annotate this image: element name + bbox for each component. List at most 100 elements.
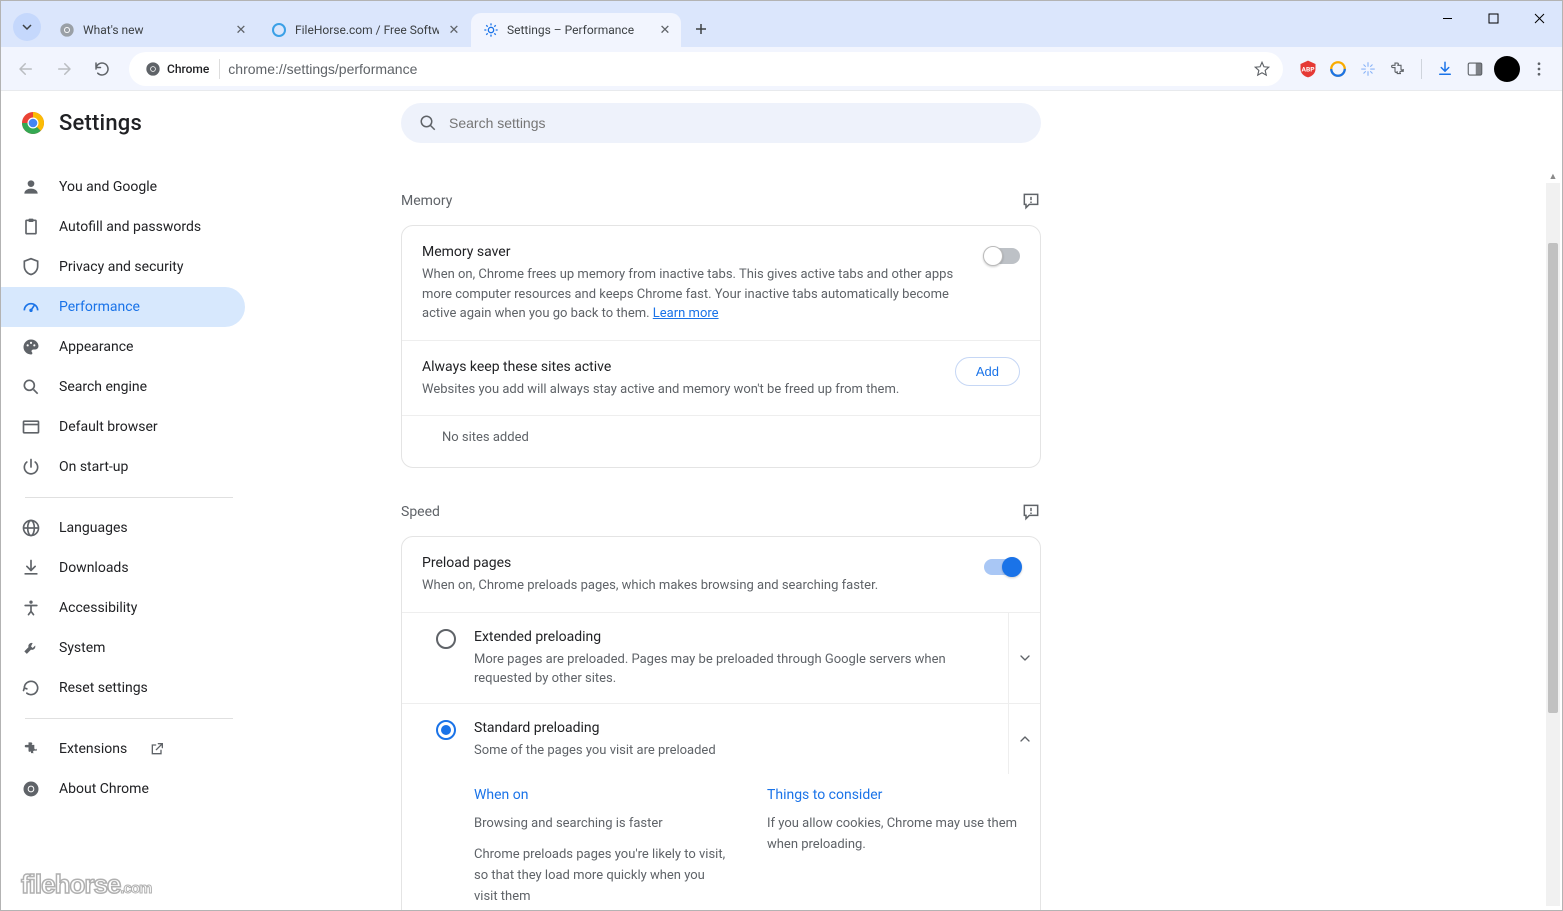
memory-saver-toggle[interactable] bbox=[984, 248, 1020, 264]
downloads-icon[interactable] bbox=[1434, 58, 1456, 80]
extensions-area: ABP bbox=[1293, 56, 1554, 82]
feedback-icon[interactable] bbox=[1021, 191, 1041, 211]
url-input[interactable] bbox=[228, 61, 1245, 77]
preload-toggle[interactable] bbox=[984, 559, 1020, 575]
reload-button[interactable] bbox=[85, 52, 119, 86]
profile-avatar[interactable] bbox=[1494, 56, 1520, 82]
standard-details: When on Browsing and searching is faster… bbox=[402, 774, 1040, 910]
wrench-icon bbox=[21, 638, 41, 658]
memory-saver-title: Memory saver bbox=[422, 242, 968, 263]
tab-title: Settings – Performance bbox=[507, 23, 634, 37]
extensions-puzzle-icon[interactable] bbox=[1387, 58, 1409, 80]
scrollbar[interactable]: ▲ bbox=[1546, 183, 1560, 906]
speedometer-icon bbox=[21, 297, 41, 317]
download-icon bbox=[21, 558, 41, 578]
extension-circle-icon[interactable] bbox=[1327, 58, 1349, 80]
tab-filehorse[interactable]: FileHorse.com / Free Software ✕ bbox=[259, 13, 469, 47]
new-tab-button[interactable] bbox=[687, 15, 715, 43]
extended-preloading-row[interactable]: Extended preloading More pages are prelo… bbox=[402, 612, 1040, 703]
toolbar: Chrome ABP bbox=[1, 47, 1562, 91]
speed-section-header: Speed bbox=[401, 488, 1041, 536]
sidebar-item-default-browser[interactable]: Default browser bbox=[1, 407, 245, 447]
browser-icon bbox=[21, 417, 41, 437]
add-site-button[interactable]: Add bbox=[955, 357, 1020, 386]
window-controls bbox=[1424, 1, 1562, 35]
sidebar-item-languages[interactable]: Languages bbox=[1, 508, 245, 548]
sidebar-item-appearance[interactable]: Appearance bbox=[1, 327, 245, 367]
sidebar-item-about[interactable]: About Chrome bbox=[1, 769, 245, 809]
memory-card: Memory saver When on, Chrome frees up me… bbox=[401, 225, 1041, 468]
sidebar-item-onstartup[interactable]: On start-up bbox=[1, 447, 245, 487]
expand-extended-button[interactable] bbox=[1008, 613, 1040, 703]
sidebar-item-performance[interactable]: Performance bbox=[1, 287, 245, 327]
filehorse-icon bbox=[271, 22, 287, 38]
speed-card: Preload pages When on, Chrome preloads p… bbox=[401, 536, 1041, 910]
chevron-down-icon bbox=[21, 21, 33, 33]
sidebar-item-privacy[interactable]: Privacy and security bbox=[1, 247, 245, 287]
chrome-chip: Chrome bbox=[141, 59, 220, 79]
feedback-icon[interactable] bbox=[1021, 502, 1041, 522]
collapse-standard-button[interactable] bbox=[1008, 704, 1040, 775]
maximize-button[interactable] bbox=[1470, 1, 1516, 35]
memory-saver-row: Memory saver When on, Chrome frees up me… bbox=[402, 226, 1040, 340]
clipboard-icon bbox=[21, 217, 41, 237]
page-title: Settings bbox=[59, 111, 142, 136]
sidebar-divider bbox=[25, 497, 233, 498]
things-to-consider-heading: Things to consider bbox=[767, 784, 1020, 806]
puzzle-icon bbox=[21, 739, 41, 759]
settings-sidebar: You and Google Autofill and passwords Pr… bbox=[1, 91, 257, 910]
sidebar-item-downloads[interactable]: Downloads bbox=[1, 548, 245, 588]
close-tab-button[interactable]: ✕ bbox=[657, 22, 673, 38]
tab-whats-new[interactable]: What's new ✕ bbox=[47, 13, 257, 47]
person-icon bbox=[21, 177, 41, 197]
titlebar: What's new ✕ FileHorse.com / Free Softwa… bbox=[1, 1, 1562, 47]
tab-settings-performance[interactable]: Settings – Performance ✕ bbox=[471, 13, 681, 47]
settings-header: Settings bbox=[1, 91, 1562, 155]
forward-button[interactable] bbox=[47, 52, 81, 86]
sidebar-item-search-engine[interactable]: Search engine bbox=[1, 367, 245, 407]
separator bbox=[1421, 59, 1422, 79]
power-icon bbox=[21, 457, 41, 477]
chrome-menu-button[interactable] bbox=[1528, 58, 1550, 80]
tab-search-button[interactable] bbox=[13, 13, 41, 41]
bookmark-star-icon[interactable] bbox=[1253, 60, 1271, 78]
sidebar-item-autofill[interactable]: Autofill and passwords bbox=[1, 207, 245, 247]
chrome-grey-icon bbox=[59, 22, 75, 38]
back-button[interactable] bbox=[9, 52, 43, 86]
standard-radio[interactable] bbox=[436, 720, 456, 740]
scroll-up-arrow[interactable]: ▲ bbox=[1546, 169, 1560, 183]
external-link-icon bbox=[149, 741, 165, 757]
browser-window: What's new ✕ FileHorse.com / Free Softwa… bbox=[0, 0, 1563, 911]
sidebar-item-you-and-google[interactable]: You and Google bbox=[1, 167, 245, 207]
content-area: Settings You and Google Autofill and pas… bbox=[1, 91, 1562, 910]
always-active-title: Always keep these sites active bbox=[422, 357, 939, 378]
preload-row: Preload pages When on, Chrome preloads p… bbox=[402, 537, 1040, 612]
svg-text:ABP: ABP bbox=[1301, 65, 1315, 73]
palette-icon bbox=[21, 337, 41, 357]
tab-title: What's new bbox=[83, 23, 144, 37]
search-settings-box[interactable] bbox=[401, 103, 1041, 143]
side-panel-icon[interactable] bbox=[1464, 58, 1486, 80]
sidebar-item-system[interactable]: System bbox=[1, 628, 245, 668]
address-bar[interactable]: Chrome bbox=[129, 52, 1283, 86]
close-tab-button[interactable]: ✕ bbox=[447, 22, 461, 38]
minimize-button[interactable] bbox=[1424, 1, 1470, 35]
scroll-thumb[interactable] bbox=[1548, 243, 1558, 713]
extension-sparkle-icon[interactable] bbox=[1357, 58, 1379, 80]
extended-radio[interactable] bbox=[436, 629, 456, 649]
sidebar-item-extensions[interactable]: Extensions bbox=[1, 729, 245, 769]
sidebar-divider bbox=[25, 718, 233, 719]
close-tab-button[interactable]: ✕ bbox=[233, 22, 249, 38]
learn-more-link[interactable]: Learn more bbox=[653, 306, 719, 321]
tab-title: FileHorse.com / Free Software bbox=[295, 23, 439, 37]
adblock-icon[interactable]: ABP bbox=[1297, 58, 1319, 80]
standard-preloading-row[interactable]: Standard preloading Some of the pages yo… bbox=[402, 703, 1040, 775]
search-input[interactable] bbox=[449, 115, 1023, 131]
when-on-heading: When on bbox=[474, 784, 727, 806]
close-window-button[interactable] bbox=[1516, 1, 1562, 35]
sidebar-item-reset[interactable]: Reset settings bbox=[1, 668, 245, 708]
chrome-logo-icon bbox=[21, 111, 45, 135]
search-icon bbox=[21, 377, 41, 397]
search-icon bbox=[419, 114, 437, 132]
sidebar-item-accessibility[interactable]: Accessibility bbox=[1, 588, 245, 628]
